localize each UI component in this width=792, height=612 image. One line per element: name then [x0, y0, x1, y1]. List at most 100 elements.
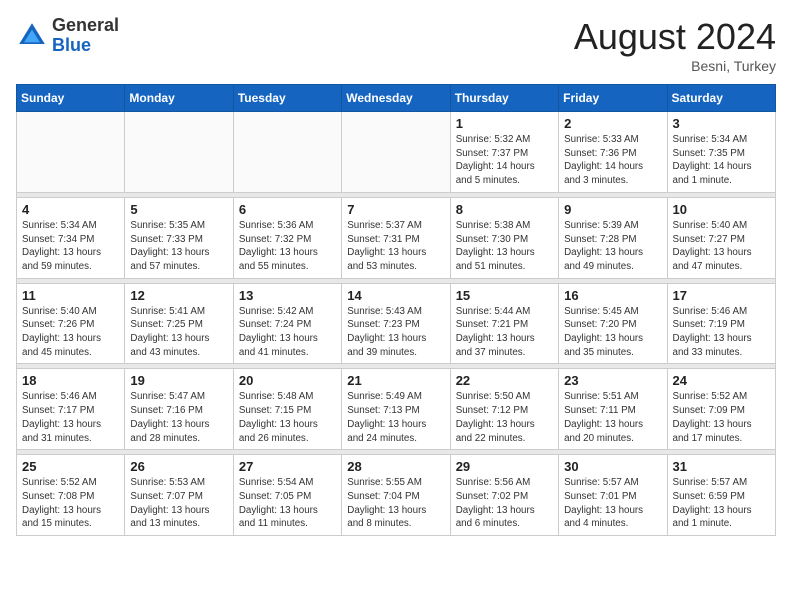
calendar-cell: 30 Sunrise: 5:57 AM Sunset: 7:01 PM Dayli… — [559, 455, 667, 536]
day-info: Sunrise: 5:55 AM Sunset: 7:04 PM Dayligh… — [347, 476, 444, 531]
location-subtitle: Besni, Turkey — [574, 58, 776, 74]
day-info: Sunrise: 5:45 AM Sunset: 7:20 PM Dayligh… — [564, 305, 661, 360]
calendar-cell: 11Sunrise: 5:40 AM Sunset: 7:26 PM Dayli… — [17, 283, 125, 364]
day-info: Sunrise: 5:40 AM Sunset: 7:27 PM Dayligh… — [673, 219, 770, 274]
day-info: Sunrise: 5:46 AM Sunset: 7:17 PM Dayligh… — [22, 390, 119, 445]
day-info: Sunrise: 5:39 AM Sunset: 7:28 PM Dayligh… — [564, 219, 661, 274]
day-number: 14 — [347, 288, 444, 303]
day-of-week-header: Monday — [125, 85, 233, 112]
day-info: Sunrise: 5:37 AM Sunset: 7:31 PM Dayligh… — [347, 219, 444, 274]
calendar-cell: 7 Sunrise: 5:37 AM Sunset: 7:31 PM Daylig… — [342, 197, 450, 278]
calendar-cell: 22 Sunrise: 5:50 AM Sunset: 7:12 PM Dayli… — [450, 369, 558, 450]
day-info: Sunrise: 5:44 AM Sunset: 7:21 PM Dayligh… — [456, 305, 553, 360]
calendar-cell: 5Sunrise: 5:35 AM Sunset: 7:33 PM Daylig… — [125, 197, 233, 278]
day-number: 24 — [673, 373, 770, 388]
calendar-cell: 3 Sunrise: 5:34 AM Sunset: 7:35 PM Daylig… — [667, 112, 775, 193]
day-of-week-header: Wednesday — [342, 85, 450, 112]
day-info: Sunrise: 5:52 AM Sunset: 7:09 PM Dayligh… — [673, 390, 770, 445]
day-info: Sunrise: 5:46 AM Sunset: 7:19 PM Dayligh… — [673, 305, 770, 360]
day-number: 26 — [130, 459, 227, 474]
day-of-week-header: Friday — [559, 85, 667, 112]
week-row: 25 Sunrise: 5:52 AM Sunset: 7:08 PM Dayli… — [17, 455, 776, 536]
day-info: Sunrise: 5:52 AM Sunset: 7:08 PM Dayligh… — [22, 476, 119, 531]
day-number: 27 — [239, 459, 336, 474]
calendar-table: SundayMondayTuesdayWednesdayThursdayFrid… — [16, 84, 776, 536]
day-number: 23 — [564, 373, 661, 388]
day-number: 9 — [564, 202, 661, 217]
day-number: 25 — [22, 459, 119, 474]
day-info: Sunrise: 5:34 AM Sunset: 7:35 PM Dayligh… — [673, 133, 770, 188]
day-info: Sunrise: 5:33 AM Sunset: 7:36 PM Dayligh… — [564, 133, 661, 188]
calendar-cell: 20 Sunrise: 5:48 AM Sunset: 7:15 PM Dayli… — [233, 369, 341, 450]
day-info: Sunrise: 5:51 AM Sunset: 7:11 PM Dayligh… — [564, 390, 661, 445]
day-number: 20 — [239, 373, 336, 388]
day-info: Sunrise: 5:34 AM Sunset: 7:34 PM Dayligh… — [22, 219, 119, 274]
calendar-cell: 19 Sunrise: 5:47 AM Sunset: 7:16 PM Dayli… — [125, 369, 233, 450]
day-info: Sunrise: 5:54 AM Sunset: 7:05 PM Dayligh… — [239, 476, 336, 531]
day-number: 22 — [456, 373, 553, 388]
day-number: 28 — [347, 459, 444, 474]
month-year-title: August 2024 — [574, 16, 776, 58]
week-row: 11Sunrise: 5:40 AM Sunset: 7:26 PM Dayli… — [17, 283, 776, 364]
calendar-cell: 27 Sunrise: 5:54 AM Sunset: 7:05 PM Dayli… — [233, 455, 341, 536]
calendar-cell: 17 Sunrise: 5:46 AM Sunset: 7:19 PM Dayli… — [667, 283, 775, 364]
day-number: 3 — [673, 116, 770, 131]
calendar-cell: 15 Sunrise: 5:44 AM Sunset: 7:21 PM Dayli… — [450, 283, 558, 364]
calendar-cell: 31Sunrise: 5:57 AM Sunset: 6:59 PM Dayli… — [667, 455, 775, 536]
day-info: Sunrise: 5:53 AM Sunset: 7:07 PM Dayligh… — [130, 476, 227, 531]
day-number: 13 — [239, 288, 336, 303]
day-number: 4 — [22, 202, 119, 217]
day-info: Sunrise: 5:56 AM Sunset: 7:02 PM Dayligh… — [456, 476, 553, 531]
day-number: 5 — [130, 202, 227, 217]
day-number: 29 — [456, 459, 553, 474]
logo-text: General Blue — [52, 16, 119, 56]
day-number: 18 — [22, 373, 119, 388]
calendar-cell: 24 Sunrise: 5:52 AM Sunset: 7:09 PM Dayli… — [667, 369, 775, 450]
calendar-cell — [125, 112, 233, 193]
day-of-week-header: Tuesday — [233, 85, 341, 112]
day-info: Sunrise: 5:47 AM Sunset: 7:16 PM Dayligh… — [130, 390, 227, 445]
day-number: 2 — [564, 116, 661, 131]
day-info: Sunrise: 5:49 AM Sunset: 7:13 PM Dayligh… — [347, 390, 444, 445]
week-row: 18 Sunrise: 5:46 AM Sunset: 7:17 PM Dayli… — [17, 369, 776, 450]
week-row: 1 Sunrise: 5:32 AM Sunset: 7:37 PM Daylig… — [17, 112, 776, 193]
week-row: 4 Sunrise: 5:34 AM Sunset: 7:34 PM Daylig… — [17, 197, 776, 278]
day-number: 11 — [22, 288, 119, 303]
day-info: Sunrise: 5:41 AM Sunset: 7:25 PM Dayligh… — [130, 305, 227, 360]
calendar-cell: 8Sunrise: 5:38 AM Sunset: 7:30 PM Daylig… — [450, 197, 558, 278]
calendar-header-row: SundayMondayTuesdayWednesdayThursdayFrid… — [17, 85, 776, 112]
day-info: Sunrise: 5:57 AM Sunset: 6:59 PM Dayligh… — [673, 476, 770, 531]
calendar-cell: 23 Sunrise: 5:51 AM Sunset: 7:11 PM Dayli… — [559, 369, 667, 450]
calendar-cell: 2 Sunrise: 5:33 AM Sunset: 7:36 PM Daylig… — [559, 112, 667, 193]
day-number: 15 — [456, 288, 553, 303]
logo: General Blue — [16, 16, 119, 56]
calendar-cell: 12Sunrise: 5:41 AM Sunset: 7:25 PM Dayli… — [125, 283, 233, 364]
calendar-cell: 16 Sunrise: 5:45 AM Sunset: 7:20 PM Dayli… — [559, 283, 667, 364]
day-number: 16 — [564, 288, 661, 303]
calendar-cell: 14 Sunrise: 5:43 AM Sunset: 7:23 PM Dayli… — [342, 283, 450, 364]
day-info: Sunrise: 5:48 AM Sunset: 7:15 PM Dayligh… — [239, 390, 336, 445]
day-number: 17 — [673, 288, 770, 303]
day-number: 1 — [456, 116, 553, 131]
calendar-cell: 9 Sunrise: 5:39 AM Sunset: 7:28 PM Daylig… — [559, 197, 667, 278]
calendar-cell — [233, 112, 341, 193]
calendar-cell: 21Sunrise: 5:49 AM Sunset: 7:13 PM Dayli… — [342, 369, 450, 450]
day-of-week-header: Sunday — [17, 85, 125, 112]
calendar-cell: 13Sunrise: 5:42 AM Sunset: 7:24 PM Dayli… — [233, 283, 341, 364]
calendar-cell: 6Sunrise: 5:36 AM Sunset: 7:32 PM Daylig… — [233, 197, 341, 278]
calendar-cell: 4 Sunrise: 5:34 AM Sunset: 7:34 PM Daylig… — [17, 197, 125, 278]
calendar-cell: 26 Sunrise: 5:53 AM Sunset: 7:07 PM Dayli… — [125, 455, 233, 536]
day-info: Sunrise: 5:43 AM Sunset: 7:23 PM Dayligh… — [347, 305, 444, 360]
calendar-cell: 1 Sunrise: 5:32 AM Sunset: 7:37 PM Daylig… — [450, 112, 558, 193]
day-of-week-header: Saturday — [667, 85, 775, 112]
logo-blue-text: Blue — [52, 36, 119, 56]
day-number: 7 — [347, 202, 444, 217]
day-info: Sunrise: 5:32 AM Sunset: 7:37 PM Dayligh… — [456, 133, 553, 188]
day-number: 19 — [130, 373, 227, 388]
day-info: Sunrise: 5:36 AM Sunset: 7:32 PM Dayligh… — [239, 219, 336, 274]
logo-icon — [16, 20, 48, 52]
day-number: 30 — [564, 459, 661, 474]
day-info: Sunrise: 5:57 AM Sunset: 7:01 PM Dayligh… — [564, 476, 661, 531]
calendar-cell: 28 Sunrise: 5:55 AM Sunset: 7:04 PM Dayli… — [342, 455, 450, 536]
day-info: Sunrise: 5:50 AM Sunset: 7:12 PM Dayligh… — [456, 390, 553, 445]
